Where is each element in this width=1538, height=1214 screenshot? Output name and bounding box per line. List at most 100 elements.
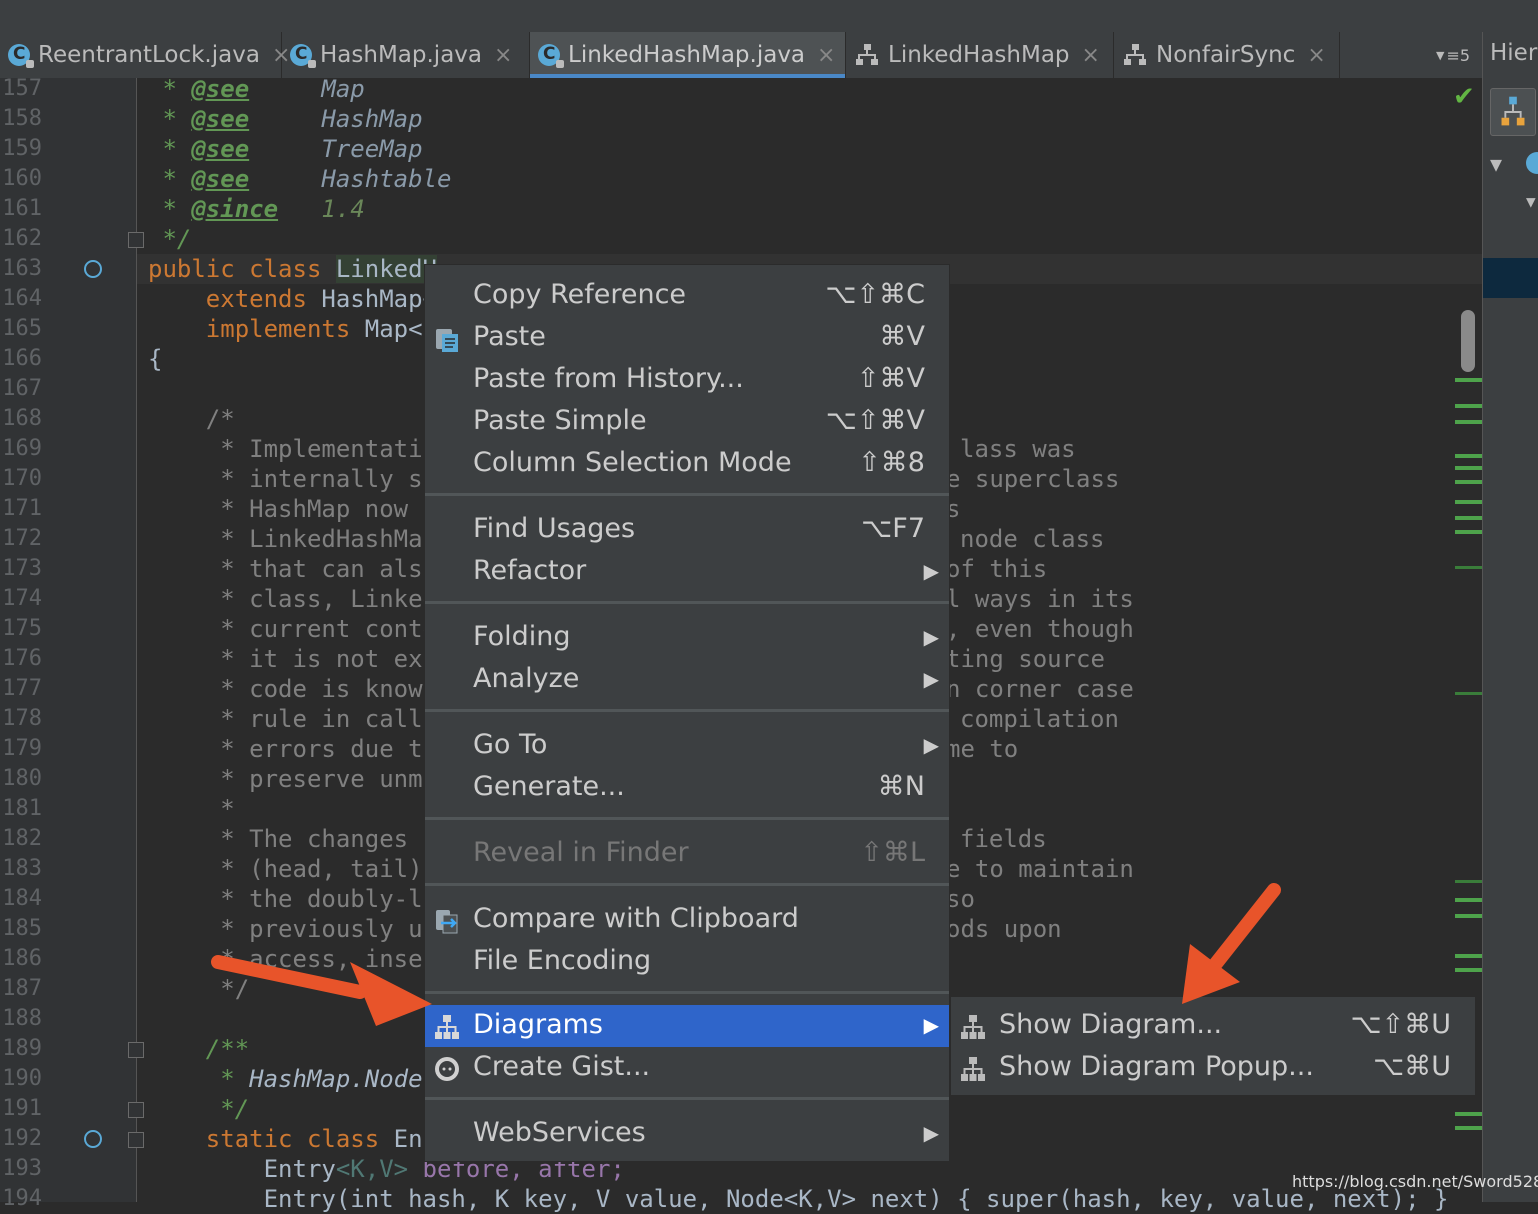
code-line: * that can also xyxy=(220,555,437,583)
change-marker[interactable] xyxy=(1455,466,1482,470)
menu-item-column-selection-mode[interactable]: Column Selection Mode ⇧⌘8 xyxy=(425,443,949,485)
menu-item-create-gist[interactable]: Create Gist... xyxy=(425,1047,949,1089)
fold-icon[interactable] xyxy=(128,232,144,248)
tab-linkedhashmap-java[interactable]: LinkedHashMap.java × xyxy=(530,32,846,78)
tab-label: ReentrantLock.java xyxy=(38,42,260,68)
close-icon[interactable]: × xyxy=(1307,43,1325,68)
change-marker[interactable] xyxy=(1455,1112,1482,1116)
line-number: 183 xyxy=(2,856,42,881)
tab-nonfairsync-hierarchy[interactable]: NonfairSync × xyxy=(1114,32,1340,78)
hierarchy-icon xyxy=(1124,44,1146,65)
fold-icon[interactable] xyxy=(128,1132,144,1148)
type-hierarchy-button[interactable] xyxy=(1490,88,1536,136)
menu-item-diagrams[interactable]: Diagrams ▶ xyxy=(425,1005,949,1047)
close-icon[interactable]: × xyxy=(1082,43,1100,68)
menu-item-paste[interactable]: Paste ⌘V xyxy=(425,317,949,359)
change-marker[interactable] xyxy=(1455,378,1482,382)
menu-item-folding[interactable]: Folding ▶ xyxy=(425,617,949,659)
line-number: 173 xyxy=(2,556,42,581)
menu-item-go-to[interactable]: Go To ▶ xyxy=(425,725,949,767)
menu-separator xyxy=(425,1097,949,1100)
selected-tree-row[interactable] xyxy=(1483,258,1538,298)
line-number: 186 xyxy=(2,946,42,971)
code-line-tail: e to maintain xyxy=(946,855,1134,883)
menu-item-file-encoding[interactable]: File Encoding xyxy=(425,941,949,983)
implemented-icon[interactable] xyxy=(84,1130,102,1148)
line-number: 174 xyxy=(2,586,42,611)
code-line: /* xyxy=(205,405,235,433)
menu-item-analyze[interactable]: Analyze ▶ xyxy=(425,659,949,701)
submenu-arrow-icon: ▶ xyxy=(923,1013,939,1037)
tabs-overflow-button[interactable]: ▼ ≡5 xyxy=(1424,32,1482,78)
fold-icon[interactable] xyxy=(128,1102,144,1118)
implemented-icon[interactable] xyxy=(84,260,102,278)
change-marker[interactable] xyxy=(1455,516,1482,520)
menu-separator xyxy=(425,601,949,604)
change-marker[interactable] xyxy=(1455,454,1482,458)
menu-item-paste-from-history[interactable]: Paste from History... ⇧⌘V xyxy=(425,359,949,401)
menu-item-compare-with-clipboard[interactable]: Compare with Clipboard xyxy=(425,899,949,941)
menu-item-copy-reference[interactable]: Copy Reference ⌥⇧⌘C xyxy=(425,275,949,317)
code-line-tail: so xyxy=(946,885,975,913)
code-line: * (head, tail) xyxy=(220,855,423,883)
close-icon[interactable]: × xyxy=(817,43,835,68)
chevron-down-icon: ▼ xyxy=(1435,48,1445,62)
code-line-tail: ods upon xyxy=(946,915,1062,943)
menu-separator xyxy=(425,709,949,712)
line-number: 194 xyxy=(2,1186,42,1211)
line-number: 176 xyxy=(2,646,42,671)
inspection-ok-icon[interactable]: ✔ xyxy=(1453,82,1475,112)
menu-item-show-diagram[interactable]: Show Diagram... ⌥⇧⌘U xyxy=(951,1005,1475,1047)
line-number: 157 xyxy=(2,76,42,101)
annotation-arrow-right xyxy=(1182,883,1281,1004)
editor-scrollbar-thumb[interactable] xyxy=(1461,310,1475,372)
tab-linkedhashmap-hierarchy[interactable]: LinkedHashMap × xyxy=(846,32,1114,78)
change-marker[interactable] xyxy=(1455,530,1482,534)
line-number: 185 xyxy=(2,916,42,941)
expand-icon[interactable]: ▼ xyxy=(1526,192,1536,211)
tab-label: NonfairSync xyxy=(1156,42,1296,68)
github-icon xyxy=(435,1057,459,1081)
change-marker[interactable] xyxy=(1455,898,1482,902)
menu-item-generate[interactable]: Generate... ⌘N xyxy=(425,767,949,809)
tab-reentrantlock-java[interactable]: ReentrantLock.java × xyxy=(0,32,290,78)
change-marker[interactable] xyxy=(1455,692,1482,695)
change-marker[interactable] xyxy=(1455,954,1482,958)
line-number: 166 xyxy=(2,346,42,371)
line-number: 163 xyxy=(2,256,42,281)
change-marker[interactable] xyxy=(1455,566,1482,569)
menu-item-webservices[interactable]: WebServices ▶ xyxy=(425,1113,949,1155)
change-marker[interactable] xyxy=(1455,968,1482,972)
line-number: 179 xyxy=(2,736,42,761)
menu-item-find-usages[interactable]: Find Usages ⌥F7 xyxy=(425,509,949,551)
fold-icon[interactable] xyxy=(128,1042,144,1058)
change-marker[interactable] xyxy=(1455,480,1482,484)
change-marker[interactable] xyxy=(1455,404,1482,408)
compare-icon xyxy=(436,910,458,934)
change-marker[interactable] xyxy=(1455,420,1482,424)
change-marker[interactable] xyxy=(1455,880,1482,883)
line-number: 180 xyxy=(2,766,42,791)
code-line: * preserve unmo xyxy=(220,765,437,793)
change-marker[interactable] xyxy=(1455,914,1482,918)
tab-hashmap-java[interactable]: HashMap.java × xyxy=(282,32,530,78)
close-icon[interactable]: × xyxy=(494,43,512,68)
change-marker[interactable] xyxy=(1455,500,1482,504)
expand-icon[interactable]: ▼ xyxy=(1490,152,1502,176)
change-marker[interactable] xyxy=(1455,1126,1482,1130)
submenu-arrow-icon: ▶ xyxy=(923,625,939,649)
menu-item-paste-simple[interactable]: Paste Simple ⌥⇧⌘V xyxy=(425,401,949,443)
title-bar xyxy=(0,0,1538,32)
line-number: 169 xyxy=(2,436,42,461)
submenu-arrow-icon: ▶ xyxy=(923,733,939,757)
menu-item-refactor[interactable]: Refactor ▶ xyxy=(425,551,949,593)
code-line: Entry(int hash, K key, V value, Node<K,V… xyxy=(263,1185,1449,1213)
code-line: * The changes i xyxy=(220,825,437,853)
menu-item-show-diagram-popup[interactable]: Show Diagram Popup... ⌥⌘U xyxy=(951,1047,1475,1089)
line-number: 187 xyxy=(2,976,42,1001)
code-line: * HashMap.Node xyxy=(220,1065,423,1093)
code-line-tail: , even though xyxy=(946,615,1134,643)
class-icon xyxy=(8,44,34,68)
code-line: * Implementatio xyxy=(220,435,437,463)
code-line: */ xyxy=(162,225,192,253)
